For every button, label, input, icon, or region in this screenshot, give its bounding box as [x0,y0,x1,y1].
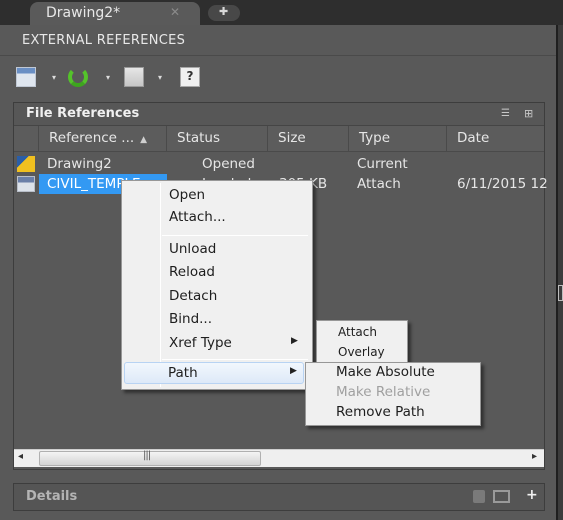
app-window: Drawing2* ✕ ✚ EXTERNAL REFERENCES ▾ ▾ ▾ … [0,0,563,520]
attach-dropdown-chevron-icon[interactable]: ▾ [52,73,56,82]
scroll-left-arrow-icon[interactable]: ◂ [18,451,23,462]
refresh-dropdown-chevron-icon[interactable]: ▾ [106,73,110,82]
change-path-icon[interactable] [124,67,144,87]
menu-item-label: Detach [169,288,218,304]
xref-type-submenu: Attach Overlay [316,320,408,364]
table-row[interactable]: Drawing2 Opened Current [14,154,544,174]
tree-view-icon[interactable]: ⊞ [524,107,533,120]
menu-item-label: Attach... [169,209,226,225]
drawing-icon [17,156,35,172]
cell-type: Current [357,156,408,172]
column-header-label: Reference ... [49,130,135,146]
menu-item-make-relative: Make Relative [308,384,478,404]
new-tab-button[interactable]: ✚ [208,5,240,21]
sort-ascending-icon: ▲ [140,135,148,145]
xref-dwg-icon [17,176,35,192]
column-header-icon [14,126,39,152]
menu-item-label: Make Relative [336,384,431,400]
expand-icon[interactable]: + [526,487,538,503]
menu-item-remove-path[interactable]: Remove Path [308,404,478,424]
preview-icon[interactable] [473,490,485,503]
cell-date: 6/11/2015 12 [457,176,548,192]
refresh-icon[interactable] [68,67,88,87]
list-view-icon[interactable]: ☰ [501,108,510,119]
horizontal-scrollbar[interactable]: ◂ ||| ▸ [14,449,544,467]
menu-item-path[interactable]: Path ▶ [124,362,304,384]
panel-title: EXTERNAL REFERENCES [22,33,186,48]
cell-type: Attach [357,176,401,192]
cell-name: Drawing2 [47,156,112,172]
tab-strip: Drawing2* ✕ ✚ [0,0,563,25]
menu-separator [162,235,308,236]
menu-item-label: Overlay [338,345,385,359]
resize-handle[interactable] [558,285,563,301]
panel-edge [556,25,563,520]
column-header-size[interactable]: Size [268,126,349,152]
change-path-dropdown-chevron-icon[interactable]: ▾ [158,73,162,82]
path-submenu: Make Absolute Make Relative Remove Path [305,362,481,426]
menu-item-label: Bind... [169,311,213,327]
menu-item-detach[interactable]: Detach [124,285,310,307]
file-references-header: File References ☰ ⊞ [14,103,544,126]
column-headers: Reference ... ▲ Status Size Type Date [14,126,544,152]
details-title: Details [26,489,78,504]
menu-item-label: Xref Type [169,335,232,351]
file-references-title: File References [26,106,140,121]
thumbnail-icon[interactable] [493,490,510,503]
menu-item-label: Open [169,187,206,203]
submenu-arrow-icon: ▶ [290,366,297,376]
menu-item-xref-type[interactable]: Xref Type ▶ [124,332,310,354]
column-header-status[interactable]: Status [167,126,268,152]
menu-item-label: Unload [169,241,217,257]
menu-item-attach-type[interactable]: Attach [319,323,405,342]
cell-status: Opened [202,156,255,172]
menu-item-label: Attach [338,325,377,339]
menu-item-attach[interactable]: Attach... [124,206,310,228]
context-menu: Open Attach... Unload Reload Detach Bind… [121,180,313,390]
details-section: Details + [13,483,545,511]
menu-item-label: Reload [169,264,215,280]
attach-dwg-icon[interactable] [16,67,36,87]
menu-item-label: Make Absolute [336,364,435,380]
column-header-reference[interactable]: Reference ... ▲ [39,126,167,152]
grip-icon: ||| [143,450,151,461]
menu-item-bind[interactable]: Bind... [124,308,310,330]
menu-item-unload[interactable]: Unload [124,238,310,260]
menu-item-make-absolute[interactable]: Make Absolute [308,364,478,384]
plus-icon: ✚ [219,5,229,18]
submenu-arrow-icon: ▶ [291,336,298,346]
close-icon[interactable]: ✕ [170,5,180,19]
menu-item-label: Path [168,365,198,381]
menu-item-label: Remove Path [336,404,425,420]
column-header-date[interactable]: Date [447,126,544,152]
divider [0,55,556,56]
menu-item-overlay[interactable]: Overlay [319,343,405,362]
column-header-type[interactable]: Type [349,126,447,152]
scrollbar-thumb[interactable]: ||| [39,450,261,466]
help-icon[interactable]: ? [180,67,200,87]
scroll-right-arrow-icon[interactable]: ▸ [532,451,537,462]
menu-item-reload[interactable]: Reload [124,261,310,283]
tab-drawing2[interactable]: Drawing2* ✕ [30,2,200,25]
tab-label: Drawing2* [46,5,121,21]
menu-separator [162,359,308,360]
menu-item-open[interactable]: Open [124,184,310,206]
